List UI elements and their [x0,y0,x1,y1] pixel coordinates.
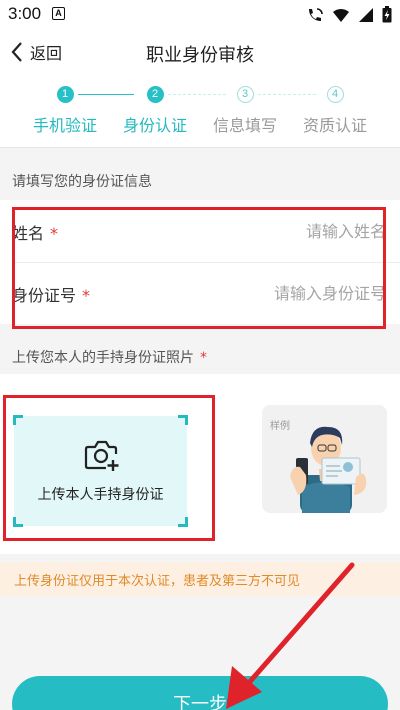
sample-tag: 样例 [270,421,290,432]
id-section-title: 请填写您的身份证信息 [12,174,152,190]
upload-section-title: 上传您本人的手持身份证照片 * [12,350,207,366]
step-number: 2 [146,86,164,103]
header-bar: 返回 职业身份审核 [0,28,400,78]
status-time: 3:00 [8,4,42,23]
next-step-button[interactable]: 下一步 [12,676,388,710]
status-bar: 3:00 A [0,0,400,28]
sample-image: 样例 [262,405,387,513]
highlight-box-form [12,207,386,329]
wifi-icon [333,8,349,22]
step-qualification: 4 资质认证 [290,86,380,136]
next-step-label: 下一步 [173,694,227,710]
privacy-notice-text: 上传身份证仅用于本次认证，患者及第三方不可见 [14,574,301,589]
step-label: 信息填写 [212,116,277,135]
required-star: * [200,350,207,366]
step-number: 1 [56,86,74,103]
wifi-calling-icon [309,7,323,21]
step-number: 4 [326,86,344,103]
battery-charging-icon [382,6,392,23]
step-info-fill: 3 信息填写 [200,86,290,136]
highlight-box-upload [3,395,215,541]
status-icons [306,6,392,23]
step-label: 资质认证 [302,116,367,135]
step-number: 3 [236,86,254,103]
progress-stepper: 1 手机验证 2 身份认证 3 信息填写 4 资质认证 [0,78,400,148]
step-identity-auth: 2 身份认证 [110,86,200,136]
notification-a-icon: A [52,7,65,20]
step-label: 手机验证 [32,116,97,135]
privacy-notice: 上传身份证仅用于本次认证，患者及第三方不可见 [0,562,400,596]
step-phone-verify: 1 手机验证 [20,86,110,136]
step-label: 身份认证 [122,116,187,135]
signal-icon [359,7,373,22]
page-title: 职业身份审核 [146,45,254,66]
